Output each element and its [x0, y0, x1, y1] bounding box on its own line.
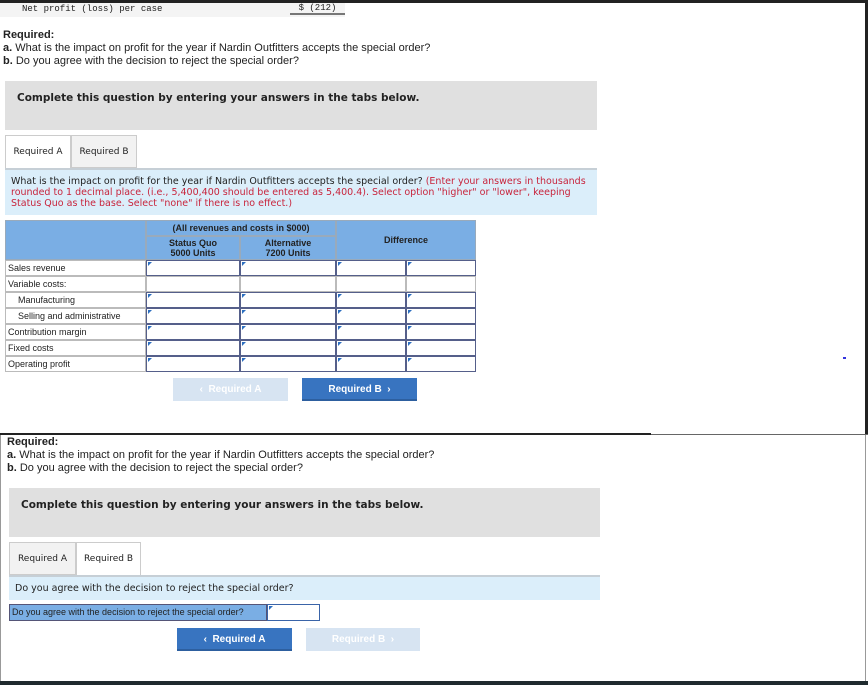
alternative-input[interactable]: [240, 260, 336, 276]
question-b-box: Do you agree with the decision to reject…: [9, 575, 600, 600]
difference-amount-input[interactable]: [336, 260, 406, 276]
row-label: Manufacturing: [5, 292, 146, 308]
instructions-panel-2: Complete this question by entering your …: [9, 488, 600, 537]
difference-direction-select[interactable]: [406, 308, 476, 324]
tab-required-b-2[interactable]: Required B: [76, 542, 141, 576]
a-text: What is the impact on profit for the yea…: [12, 42, 431, 54]
empty-cell: [146, 276, 240, 292]
status-quo-input[interactable]: [146, 340, 240, 356]
question-a-box: What is the impact on profit for the yea…: [5, 168, 597, 215]
alternative-input[interactable]: [240, 308, 336, 324]
next-required-b-button[interactable]: Required B ›: [302, 378, 417, 401]
empty-cell: [406, 276, 476, 292]
prev-label-2: Required A: [212, 634, 266, 645]
b-prefix-2: b.: [7, 462, 17, 474]
row-label: Contribution margin: [5, 324, 146, 340]
row-label: Fixed costs: [5, 340, 146, 356]
difference-amount-input[interactable]: [336, 356, 406, 372]
taskbar-strip: [0, 681, 868, 685]
required-block: Required: a. What is the impact on profi…: [3, 29, 430, 68]
net-profit-value: $ (212): [290, 3, 345, 15]
scroll-marker-icon: [843, 357, 846, 359]
table-group-header: (All revenues and costs in $000): [146, 220, 336, 236]
difference-amount-input[interactable]: [336, 292, 406, 308]
status-quo-input[interactable]: [146, 260, 240, 276]
prev-required-a-button[interactable]: ‹ Required A: [173, 378, 288, 401]
alternative-input[interactable]: [240, 292, 336, 308]
a-text-2: What is the impact on profit for the yea…: [16, 449, 435, 461]
difference-direction-select[interactable]: [406, 292, 476, 308]
question-a-text: What is the impact on profit for the yea…: [11, 176, 423, 187]
prev-required-a-button-2[interactable]: ‹ Required A: [177, 628, 292, 651]
row-label: Variable costs:: [5, 276, 146, 292]
required-block-2: Required: a. What is the impact on profi…: [7, 436, 434, 475]
col-alternative: Alternative 7200 Units: [240, 236, 336, 260]
status-quo-input[interactable]: [146, 356, 240, 372]
b-text: Do you agree with the decision to reject…: [12, 55, 299, 67]
instructions-panel: Complete this question by entering your …: [5, 81, 597, 130]
next-label-2: Required B: [331, 634, 386, 645]
row-label: Operating profit: [5, 356, 146, 372]
difference-direction-select[interactable]: [406, 356, 476, 372]
col-status-quo: Status Quo 5000 Units: [146, 236, 240, 260]
a-prefix-2: a.: [7, 449, 17, 461]
empty-cell: [240, 276, 336, 292]
difference-direction-select[interactable]: [406, 260, 476, 276]
difference-amount-input[interactable]: [336, 324, 406, 340]
b-text-2: Do you agree with the decision to reject…: [16, 462, 303, 474]
alternative-input[interactable]: [240, 356, 336, 372]
required-heading-2: Required:: [7, 436, 59, 448]
row-label: Sales revenue: [5, 260, 146, 276]
difference-direction-select[interactable]: [406, 340, 476, 356]
tab-required-b[interactable]: Required B: [71, 135, 137, 168]
tab-required-a-2[interactable]: Required A: [9, 542, 76, 575]
agree-select[interactable]: [267, 604, 320, 621]
col-status-quo-line1: Status Quo: [168, 238, 217, 248]
col-alternative-line2: 7200 Units: [265, 248, 311, 258]
col-alternative-line1: Alternative: [264, 238, 312, 248]
question-b-row-label: Do you agree with the decision to reject…: [9, 604, 267, 621]
col-status-quo-line2: 5000 Units: [170, 248, 216, 258]
status-quo-input[interactable]: [146, 308, 240, 324]
status-quo-input[interactable]: [146, 292, 240, 308]
required-heading: Required:: [3, 29, 55, 41]
tab-required-a[interactable]: Required A: [5, 135, 71, 169]
next-label: Required B: [328, 384, 382, 395]
table-header-blank: [5, 220, 146, 260]
alternative-input[interactable]: [240, 324, 336, 340]
next-required-b-button-2[interactable]: Required B ›: [306, 628, 420, 651]
difference-amount-input[interactable]: [336, 340, 406, 356]
b-prefix: b.: [3, 55, 13, 67]
col-difference: Difference: [336, 220, 476, 260]
difference-amount-input[interactable]: [336, 308, 406, 324]
a-prefix: a.: [3, 42, 13, 54]
status-quo-input[interactable]: [146, 324, 240, 340]
row-label: Selling and administrative: [5, 308, 146, 324]
alternative-input[interactable]: [240, 340, 336, 356]
empty-cell: [336, 276, 406, 292]
prev-label: Required A: [208, 384, 262, 395]
difference-direction-select[interactable]: [406, 324, 476, 340]
